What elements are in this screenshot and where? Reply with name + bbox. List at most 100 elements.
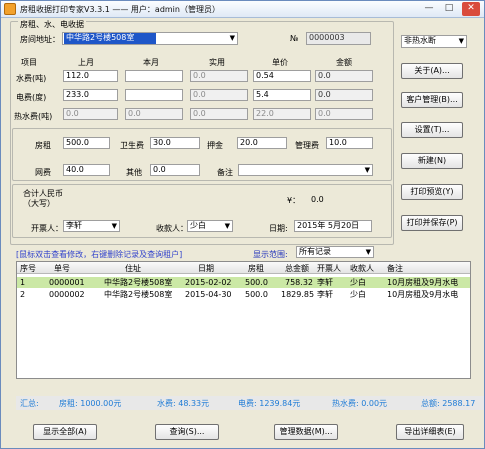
th-address: 住址 — [125, 264, 141, 273]
date-picker[interactable]: 2015年 5月20日 — [294, 220, 372, 232]
rent-label: 房租 — [35, 141, 51, 150]
chevron-down-icon: ▼ — [229, 34, 235, 42]
list-hint: [鼠标双击查看修改，右键删除记录及查询租户] — [16, 250, 183, 259]
electric-price-input[interactable]: 5.4 — [253, 89, 311, 101]
print-save-button[interactable]: 打印并保存(P) — [401, 215, 463, 231]
col-used: 实用 — [209, 58, 225, 67]
th-payee: 收款人 — [350, 264, 374, 273]
table-row[interactable]: 2 0000002 中华路2号楼508室 2015-04-30 500.0 18… — [17, 289, 470, 300]
query-button[interactable]: 查询(S)... — [155, 424, 219, 440]
water-amount-field: 0.0 — [315, 70, 373, 82]
th-total: 总金额 — [285, 264, 309, 273]
water-label: 水费(吨) — [16, 74, 47, 83]
other-label: 其他 — [126, 168, 142, 177]
chevron-down-icon: ▼ — [111, 222, 117, 230]
table-header: 序号 单号 住址 日期 房租 总金额 开票人 收款人 备注 — [17, 262, 470, 274]
internet-label: 网费 — [35, 168, 51, 177]
address-label: 房间地址： — [20, 35, 60, 44]
main-window: 房租收据打印专家V3.3.1 —— 用户：admin（管理员） — □ ✕ 房租… — [0, 0, 485, 449]
total-sub-label: （大写） — [23, 199, 55, 208]
range-label: 显示范围: — [253, 250, 288, 259]
remark-select[interactable]: ▼ — [238, 164, 373, 176]
chevron-down-icon: ▼ — [364, 166, 370, 174]
yuan-value: 0.0 — [311, 195, 324, 204]
management-input[interactable]: 10.0 — [326, 137, 373, 149]
chevron-down-icon: ▼ — [458, 37, 464, 45]
th-date: 日期 — [198, 264, 214, 273]
other-input[interactable]: 0.0 — [150, 164, 200, 176]
col-amount: 金额 — [336, 58, 352, 67]
show-all-button[interactable]: 显示全部(A) — [33, 424, 97, 440]
water-price-input[interactable]: 0.54 — [253, 70, 311, 82]
deposit-label: 押金 — [207, 141, 223, 150]
hotwater-amount-field: 0.0 — [315, 108, 373, 120]
sanitation-input[interactable]: 30.0 — [150, 137, 200, 149]
th-index: 序号 — [20, 264, 36, 273]
water-last-input[interactable]: 112.0 — [63, 70, 118, 82]
payee-label: 收款人： — [156, 224, 188, 233]
electric-label: 电费(度) — [16, 93, 47, 102]
issuer-select[interactable]: 李轩 ▼ — [63, 220, 120, 232]
internet-input[interactable]: 40.0 — [63, 164, 110, 176]
hotwater-last-field: 0.0 — [63, 108, 118, 120]
management-label: 管理费 — [295, 141, 319, 150]
summary-label: 汇总: — [20, 399, 39, 408]
chevron-down-icon: ▼ — [365, 248, 371, 256]
issuer-label: 开票人： — [31, 224, 63, 233]
records-table[interactable]: 序号 单号 住址 日期 房租 总金额 开票人 收款人 备注 1 0000001 … — [16, 261, 471, 379]
table-row[interactable]: 1 0000001 中华路2号楼508室 2015-02-02 500.0 75… — [17, 277, 470, 288]
col-this-month: 本月 — [143, 58, 159, 67]
export-button[interactable]: 导出详细表(E) — [396, 424, 464, 440]
settings-button[interactable]: 设置(T)... — [401, 122, 463, 138]
water-type-select[interactable]: 非热水断 ▼ — [401, 35, 467, 48]
hotwater-used-field: 0.0 — [190, 108, 248, 120]
summary-total: 总额: 2588.17 — [421, 399, 476, 408]
chevron-down-icon: ▼ — [224, 222, 230, 230]
th-issuer: 开票人 — [317, 264, 341, 273]
col-item: 项目 — [21, 58, 37, 67]
water-this-input[interactable] — [125, 70, 183, 82]
maximize-button[interactable]: □ — [440, 2, 458, 16]
deposit-input[interactable]: 20.0 — [237, 137, 287, 149]
customer-manage-button[interactable]: 客户管理(B)... — [401, 92, 463, 108]
electric-this-input[interactable] — [125, 89, 183, 101]
rent-input[interactable]: 500.0 — [63, 137, 110, 149]
summary-water: 水费: 48.33元 — [157, 399, 210, 408]
sanitation-label: 卫生费 — [120, 141, 144, 150]
new-button[interactable]: 新建(N) — [401, 153, 463, 169]
address-value: 中华路2号楼508室 — [64, 33, 156, 44]
address-select[interactable]: 中华路2号楼508室 ▼ — [62, 32, 238, 45]
print-preview-button[interactable]: 打印预览(Y) — [401, 184, 463, 200]
summary-electric: 电费: 1239.84元 — [238, 399, 301, 408]
receipt-no-field: 0000003 — [306, 32, 371, 45]
th-number: 单号 — [54, 264, 70, 273]
electric-last-input[interactable]: 233.0 — [63, 89, 118, 101]
close-button[interactable]: ✕ — [462, 2, 480, 16]
hotwater-this-field: 0.0 — [125, 108, 183, 120]
date-label: 日期: — [269, 224, 288, 233]
col-last-month: 上月 — [78, 58, 94, 67]
hotwater-label: 热水费(吨) — [14, 112, 53, 121]
water-used-field: 0.0 — [190, 70, 248, 82]
receipt-no-label: № — [290, 34, 299, 43]
minimize-button[interactable]: — — [420, 2, 438, 16]
th-remark: 备注 — [387, 264, 403, 273]
payee-select[interactable]: 少白 ▼ — [187, 220, 233, 232]
summary-bar: 汇总: 房租: 1000.00元 水费: 48.33元 电费: 1239.84元… — [16, 396, 484, 410]
remark-label: 备注 — [217, 168, 233, 177]
about-button[interactable]: 关于(A)... — [401, 63, 463, 79]
summary-hotwater: 热水费: 0.00元 — [332, 399, 388, 408]
col-unit-price: 单价 — [272, 58, 288, 67]
electric-amount-field: 0.0 — [315, 89, 373, 101]
summary-rent: 房租: 1000.00元 — [59, 399, 122, 408]
electric-used-field: 0.0 — [190, 89, 248, 101]
yuan-label: ¥： — [287, 196, 301, 205]
title-bar: 房租收据打印专家V3.3.1 —— 用户：admin（管理员） — □ ✕ — [1, 1, 484, 18]
manage-data-button[interactable]: 管理数据(M)... — [274, 424, 338, 440]
hotwater-price-field: 22.0 — [253, 108, 311, 120]
range-select[interactable]: 所有记录 ▼ — [296, 246, 374, 258]
form-group-title: 房租、水、电收据 — [18, 19, 86, 30]
app-icon — [4, 3, 16, 15]
window-title: 房租收据打印专家V3.3.1 —— 用户：admin（管理员） — [20, 5, 220, 14]
th-rent: 房租 — [248, 264, 264, 273]
